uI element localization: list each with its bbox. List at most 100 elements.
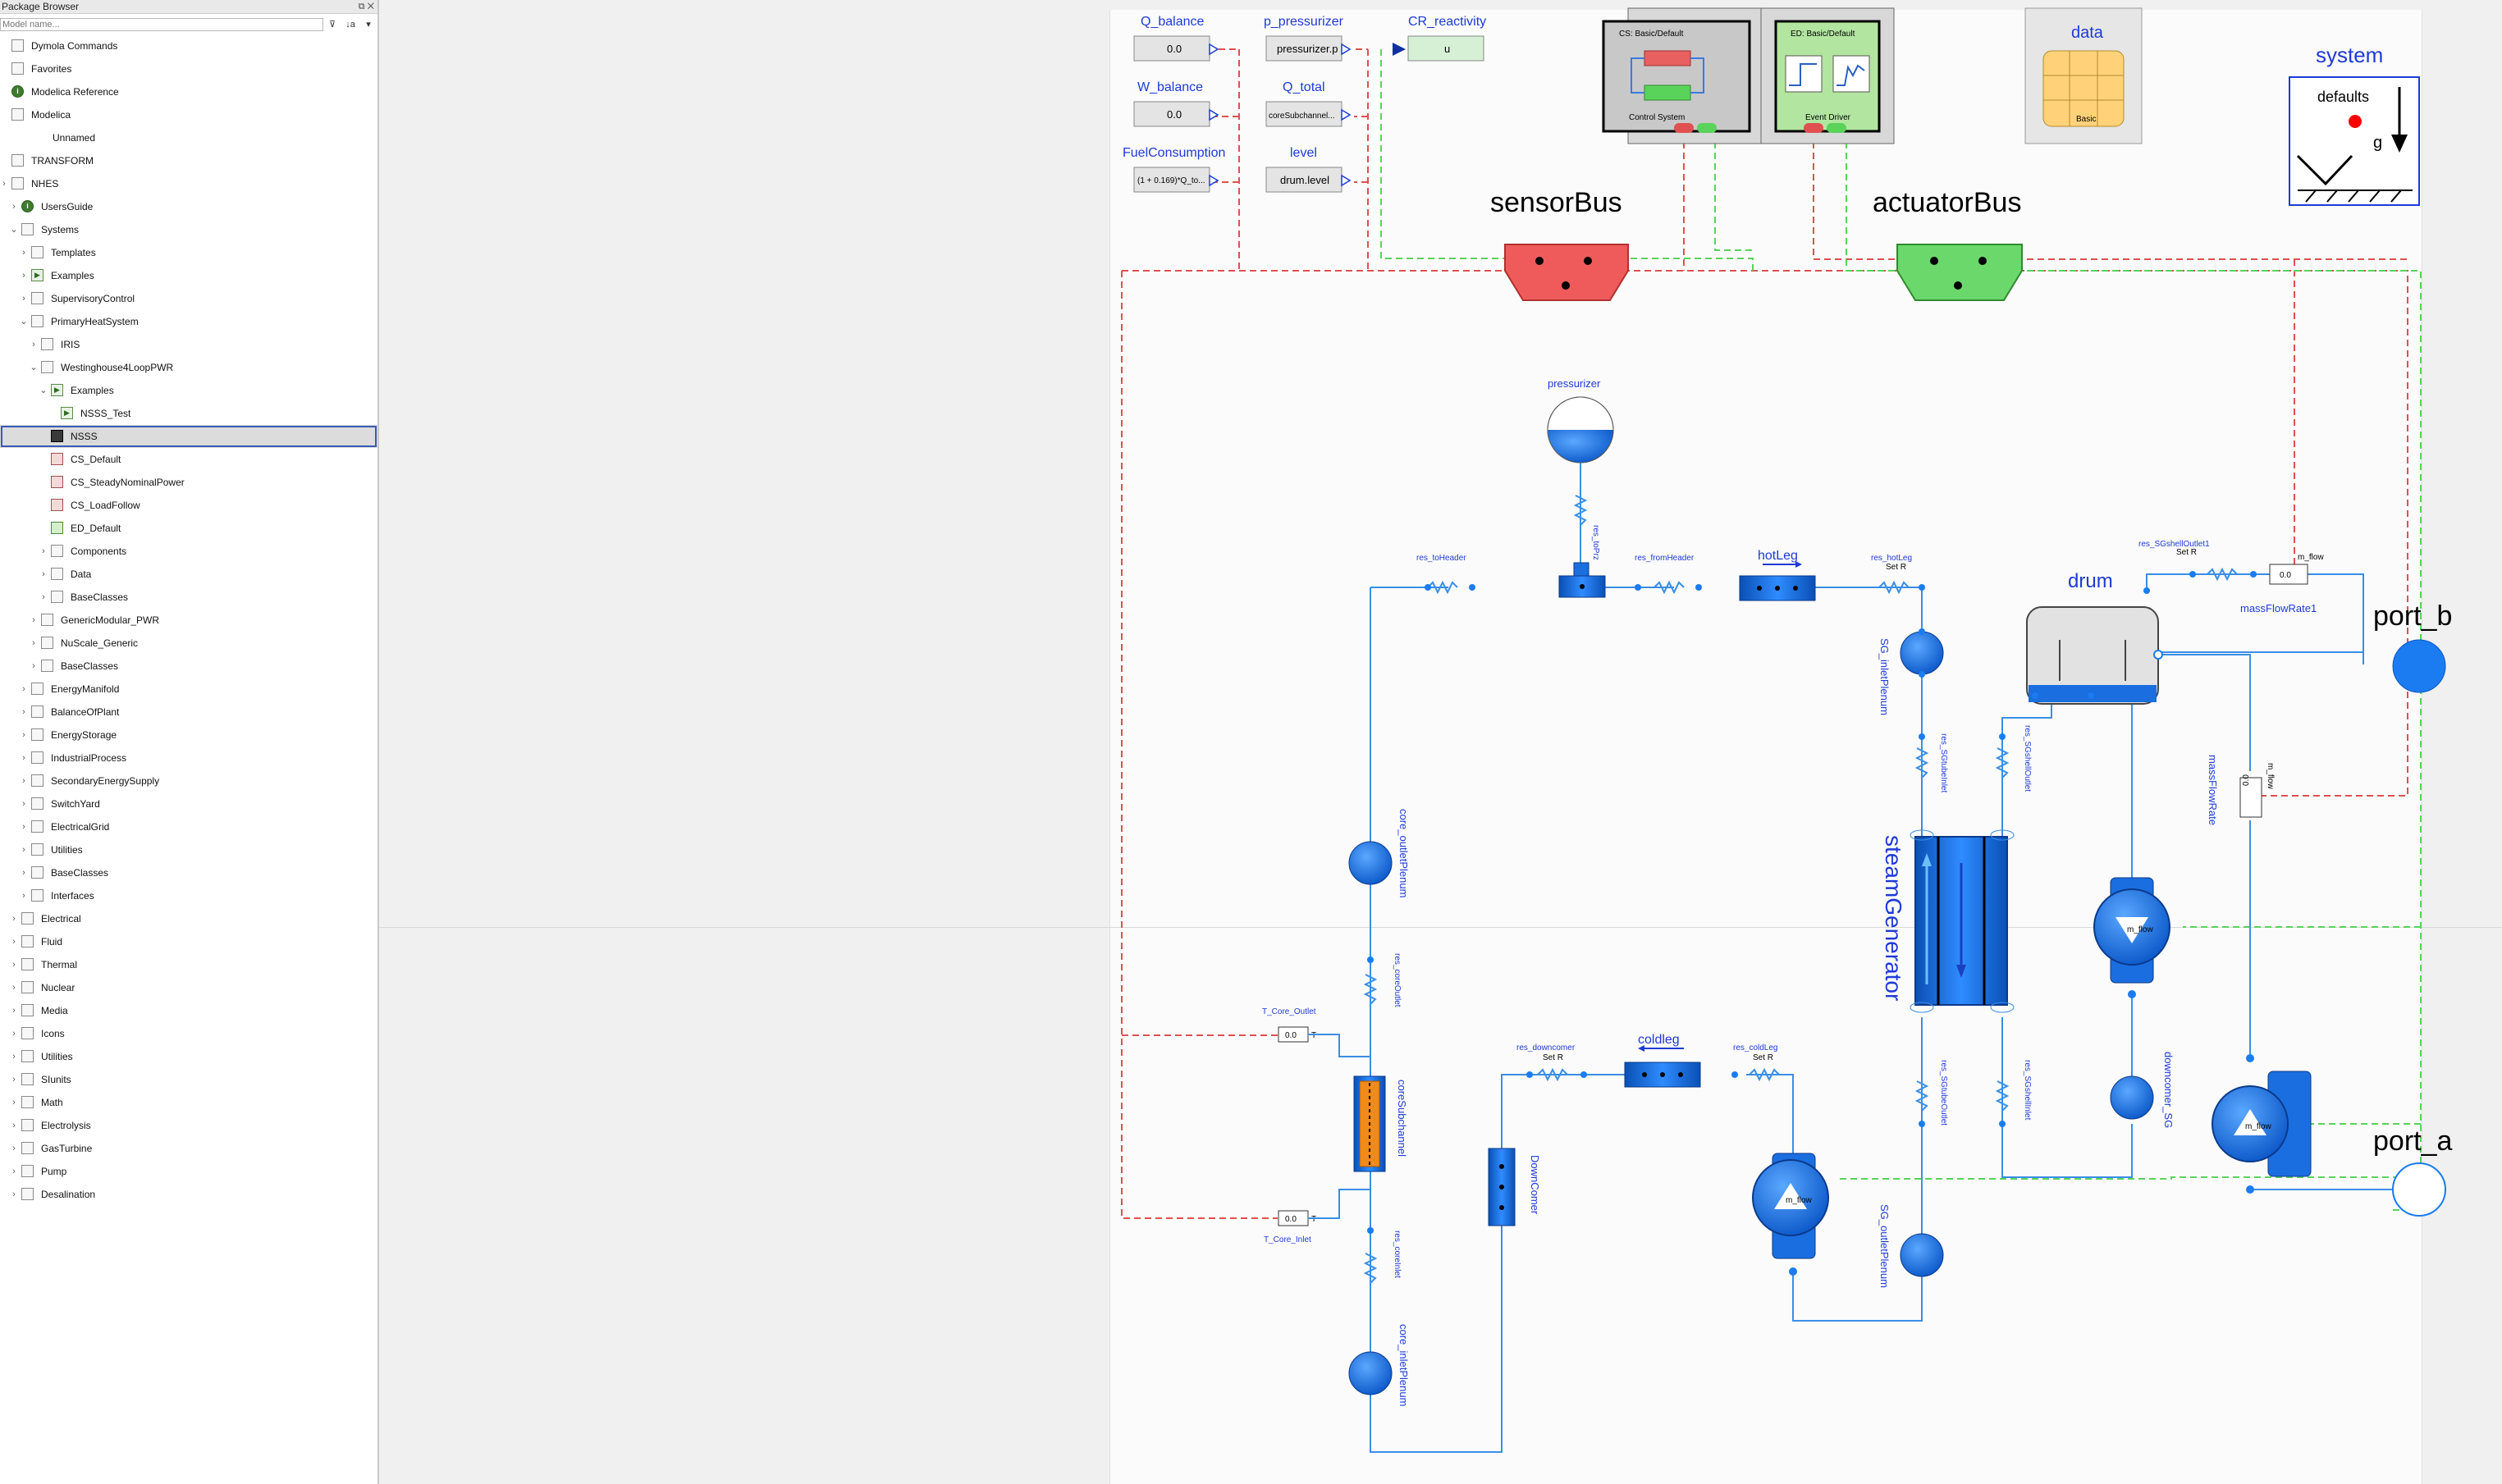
res-to-prz-label: res_toPrz	[1591, 525, 1600, 560]
data-sub-label: Basic	[2076, 115, 2096, 124]
q-balance-value: 0.0	[1167, 43, 1182, 55]
q-balance-output[interactable]: Q_balance 0.0	[1133, 15, 1210, 62]
steam-generator[interactable]: steamGenerator	[1881, 829, 2015, 1013]
w-balance-value: 0.0	[1167, 108, 1182, 121]
actuator-signal-lines	[1380, 49, 2422, 1211]
t-core-outlet-value: 0.0	[1285, 1031, 1297, 1040]
t-core-inlet-value: 0.0	[1285, 1215, 1297, 1224]
level-output[interactable]: level drum.level	[1265, 146, 1342, 193]
res-downcomer-set-r: Set R	[1543, 1053, 1563, 1062]
control-system-footer: Control System	[1629, 113, 1685, 122]
level-value: drum.level	[1280, 174, 1329, 186]
res-sg-shell-outlet1[interactable]: res_SGshellOutlet1 Set R	[2138, 540, 2257, 582]
event-driver-footer: Event Driver	[1805, 113, 1851, 122]
res-to-header-label: res_toHeader	[1416, 554, 1466, 563]
cr-reactivity-label: CR_reactivity	[1408, 15, 1486, 29]
res-sg-tube-inlet-label: res_SGtubeInlet	[1939, 733, 1948, 792]
core-subchannel-label: coreSubchannel	[1396, 1080, 1408, 1157]
port-b-label: port_b	[2373, 600, 2452, 632]
t-core-inlet-unit: T	[1311, 1215, 1316, 1224]
nsss-diagram[interactable]: Q_balance 0.0 W_balance 0.0 FuelConsumpt…	[0, 0, 2502, 1484]
hot-leg-label: hotLeg	[1758, 549, 1798, 563]
downcomer[interactable]: DownComer	[1488, 1148, 1541, 1226]
sg-shell-pump-label: m_flow	[2127, 925, 2153, 934]
downcomer-label: DownComer	[1529, 1155, 1541, 1215]
event-driver-block[interactable]: ED: Basic/Default Event Driver	[1760, 7, 1895, 144]
event-driver-header: ED: Basic/Default	[1791, 30, 1855, 39]
core-outlet-plenum[interactable]: core_outletPlenum	[1348, 809, 1410, 897]
system-defaults: defaults	[2317, 89, 2369, 105]
t-core-inlet[interactable]: 0.0 T T_Core_Inlet	[1264, 1189, 1370, 1244]
system-label: system	[2316, 43, 2383, 67]
cold-leg[interactable]: coldleg	[1624, 1033, 1701, 1088]
p-pressurizer-value: pressurizer.p	[1277, 43, 1338, 55]
sg-outlet-plenum[interactable]: SG_outletPlenum	[1878, 1204, 1944, 1288]
cr-reactivity-input[interactable]: CR_reactivity u	[1393, 15, 1486, 62]
res-core-outlet-label: res_coreOutlet	[1393, 953, 1402, 1007]
system-g: g	[2373, 134, 2382, 152]
sensor-bus[interactable]: sensorBus	[1490, 187, 1629, 301]
hot-leg[interactable]: hotLeg	[1739, 549, 1816, 601]
mass-flow-rate-label: massFlowRate	[2207, 755, 2219, 825]
mass-flow-rate1-value: 0.0	[2280, 571, 2291, 580]
system-block[interactable]: system defaults g	[2289, 43, 2420, 206]
res-sg-shell-outlet1-label: res_SGshellOutlet1	[2138, 540, 2210, 549]
sg-inlet-plenum[interactable]: SG_inletPlenum	[1878, 628, 1944, 715]
cold-leg-pump[interactable]: m_flow	[1752, 1153, 1829, 1276]
res-hot-leg-set-r: Set R	[1886, 563, 1906, 572]
res-core-inlet-label: res_coreInlet	[1393, 1231, 1402, 1278]
res-hot-leg[interactable]: res_hotLeg Set R	[1871, 554, 1925, 595]
actuator-bus[interactable]: actuatorBus	[1873, 187, 2023, 301]
mass-flow-rate1-label: massFlowRate1	[2240, 602, 2317, 614]
pressurizer-label: pressurizer	[1548, 377, 1601, 390]
control-system-block[interactable]: CS: Basic/Default Control System	[1602, 7, 1762, 144]
mass-flow-rate[interactable]: 0.0 m_flow massFlowRate	[2207, 755, 2275, 825]
res-to-prz[interactable]: res_toPrz	[1573, 463, 1600, 560]
q-total-value: coreSubchannel...	[1269, 112, 1335, 121]
data-block[interactable]: data Basic	[2024, 7, 2143, 144]
sg-shell-pump[interactable]: m_flow	[2093, 877, 2170, 998]
res-from-header[interactable]: res_fromHeader	[1635, 554, 1702, 595]
steam-generator-label: steamGenerator	[1881, 835, 1906, 1001]
downcomer-sg-label: downcomer_SG	[2162, 1052, 2175, 1128]
res-to-header[interactable]: res_toHeader	[1416, 554, 1475, 595]
res-sg-shell-outlet1-set-r: Set R	[2176, 548, 2197, 557]
fuel-consumption-label: FuelConsumption	[1123, 146, 1225, 160]
mass-flow-rate-value: 0.0	[2242, 774, 2251, 786]
w-balance-label: W_balance	[1137, 80, 1203, 94]
pressurizer[interactable]: pressurizer	[1547, 377, 1614, 463]
mass-flow-rate-mflow: m_flow	[2266, 763, 2275, 789]
fuel-consumption-value: (1 + 0.169)*Q_to...	[1137, 176, 1205, 185]
actuator-bus-label: actuatorBus	[1873, 187, 2021, 218]
p-pressurizer-label: p_pressurizer	[1264, 15, 1344, 29]
q-balance-label: Q_balance	[1141, 15, 1204, 29]
port-a[interactable]: port_a	[2373, 1126, 2452, 1217]
mass-flow-rate1[interactable]: 0.0 m_flow massFlowRate1	[2240, 553, 2324, 614]
p-pressurizer-output[interactable]: p_pressurizer pressurizer.p	[1264, 15, 1344, 62]
t-core-inlet-label: T_Core_Inlet	[1264, 1235, 1311, 1244]
control-system-header: CS: Basic/Default	[1619, 30, 1684, 39]
header-junction[interactable]	[1558, 562, 1606, 598]
port-a-label: port_a	[2373, 1126, 2452, 1157]
res-from-header-label: res_fromHeader	[1635, 554, 1695, 563]
cold-leg-label: coldleg	[1638, 1033, 1680, 1047]
core-outlet-plenum-label: core_outletPlenum	[1397, 809, 1410, 897]
sg-inlet-plenum-label: SG_inletPlenum	[1878, 638, 1891, 715]
t-core-outlet[interactable]: T_Core_Outlet 0.0 T	[1262, 1007, 1370, 1057]
w-balance-output[interactable]: W_balance 0.0	[1133, 80, 1210, 127]
core-inlet-plenum[interactable]: core_inletPlenum	[1348, 1324, 1410, 1406]
data-label: data	[2071, 24, 2104, 42]
drum[interactable]: drum	[2026, 570, 2163, 705]
port-b[interactable]: port_b	[2373, 600, 2452, 693]
cr-reactivity-value: u	[1444, 43, 1450, 55]
sensor-bus-label: sensorBus	[1490, 187, 1622, 218]
core-subchannel[interactable]: coreSubchannel	[1353, 1075, 1408, 1172]
t-core-outlet-label: T_Core_Outlet	[1262, 1007, 1316, 1016]
cold-leg-pump-label: m_flow	[1786, 1196, 1812, 1205]
q-total-output[interactable]: Q_total coreSubchannel...	[1265, 80, 1342, 127]
main-pump[interactable]: m_flow	[2212, 1054, 2312, 1194]
level-label: level	[1290, 146, 1317, 160]
res-downcomer-label: res_downcomer	[1516, 1043, 1576, 1052]
downcomer-sg[interactable]: downcomer_SG	[2110, 1052, 2175, 1128]
res-sg-shell-outlet-label: res_SGshellOutlet	[2023, 725, 2032, 792]
